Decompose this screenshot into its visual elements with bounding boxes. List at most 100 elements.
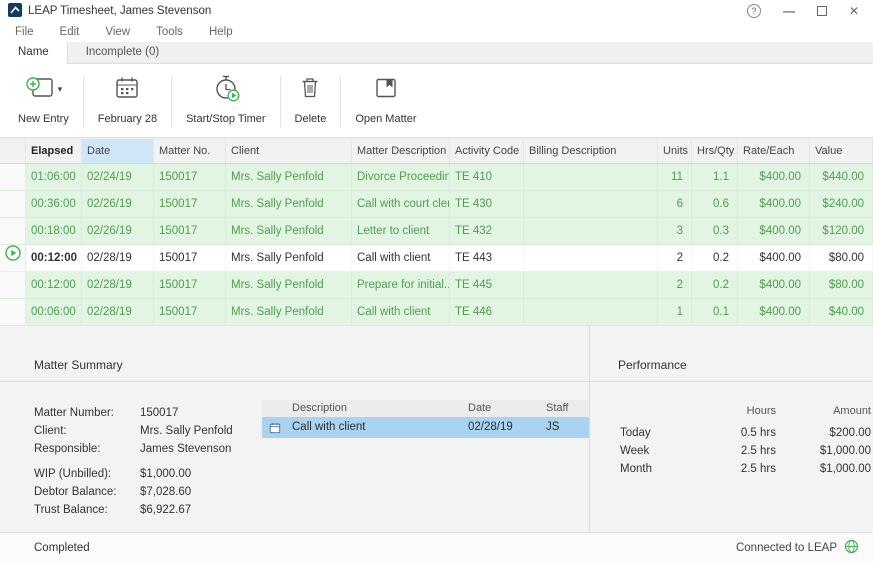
col-header-activity-code[interactable]: Activity Code <box>450 139 524 163</box>
field-label: WIP (Unbilled): <box>34 468 112 480</box>
cell-matter-no: 150017 <box>154 164 226 190</box>
running-timer-play-icon[interactable] <box>4 245 21 271</box>
cell-hrs-qty: 0.2 <box>692 245 738 271</box>
wip-unbilled-value: $1,000.00 <box>140 468 192 480</box>
cell-client: Mrs. Sally Penfold <box>226 191 352 217</box>
cell-billing-description <box>524 218 658 244</box>
leap-timesheet-window: LEAP Timesheet, James Stevenson ? — ✕ Fi… <box>0 0 873 563</box>
cell-billing-description <box>524 164 658 190</box>
maximize-icon[interactable] <box>816 6 827 16</box>
entries-header-row: Description Date Staff <box>262 400 589 417</box>
col-header-client[interactable]: Client <box>226 139 352 163</box>
window-title: LEAP Timesheet, James Stevenson <box>28 5 212 17</box>
row-play-cell <box>0 164 26 190</box>
cell-hrs-qty: 0.6 <box>692 191 738 217</box>
trust-balance-value: $6,922.67 <box>140 504 192 516</box>
cell-units: 2 <box>658 245 692 271</box>
entries-header-icon-col <box>262 400 288 417</box>
cell-units: 2 <box>658 272 692 298</box>
cell-matter-description: Prepare for initial... <box>352 272 450 298</box>
close-icon[interactable]: ✕ <box>849 4 859 18</box>
cell-matter-description: Call with client <box>352 299 450 325</box>
open-matter-label: Open Matter <box>355 113 417 125</box>
start-stop-timer-button[interactable]: Start/Stop Timer <box>176 72 275 137</box>
open-matter-button[interactable]: Open Matter <box>345 72 426 137</box>
cell-activity-code: TE 443 <box>450 245 524 271</box>
performance-row-label: Week <box>620 445 650 457</box>
new-entry-button[interactable]: ▾ New Entry <box>8 72 79 137</box>
performance-week-amount: $1,000.00 <box>819 445 871 457</box>
col-header-units[interactable]: Units <box>658 139 692 163</box>
performance-row-week: Week 2.5 hrs $1,000.00 <box>620 442 871 460</box>
menu-view[interactable]: View <box>92 26 143 38</box>
cell-units: 11 <box>658 164 692 190</box>
cell-value: $80.00 <box>810 272 873 298</box>
cell-rate-each: $400.00 <box>738 245 810 271</box>
performance-today-amount: $200.00 <box>829 427 871 439</box>
cell-rate-each: $400.00 <box>738 191 810 217</box>
tab-name[interactable]: Name <box>0 42 68 64</box>
performance-header-hours: Hours <box>746 405 776 417</box>
title-bar: LEAP Timesheet, James Stevenson ? — ✕ <box>0 0 873 22</box>
toolbar: ▾ New Entry February 28 Start/Stop Timer… <box>0 64 873 138</box>
matter-summary-title: Matter Summary <box>0 358 589 382</box>
row-play-cell <box>0 191 26 217</box>
col-header-hrs-qty[interactable]: Hrs/Qty <box>692 139 738 163</box>
new-entry-dropdown-icon[interactable]: ▾ <box>58 84 63 95</box>
timesheet-row[interactable]: 00:36:00 02/26/19 150017 Mrs. Sally Penf… <box>0 191 873 218</box>
row-play-cell <box>0 245 26 271</box>
col-header-matter-no[interactable]: Matter No. <box>154 139 226 163</box>
cell-value: $240.00 <box>810 191 873 217</box>
help-icon[interactable]: ? <box>746 4 761 18</box>
menu-help[interactable]: Help <box>196 26 246 38</box>
performance-month-hours: 2.5 hrs <box>740 463 776 475</box>
cell-activity-code: TE 445 <box>450 272 524 298</box>
menu-file[interactable]: File <box>2 26 47 38</box>
timesheet-row-active-timer[interactable]: 00:12:00 02/28/19 150017 Mrs. Sally Penf… <box>0 245 873 272</box>
timesheet-grid: Elapsed Date Matter No. Client Matter De… <box>0 138 873 326</box>
timesheet-row[interactable]: 00:12:00 02/28/19 150017 Mrs. Sally Penf… <box>0 272 873 299</box>
entries-header-staff[interactable]: Staff <box>542 400 589 417</box>
menu-tools[interactable]: Tools <box>143 26 196 38</box>
responsible-value: James Stevenson <box>140 443 232 455</box>
cell-matter-description: Letter to client <box>352 218 450 244</box>
cell-value: $120.00 <box>810 218 873 244</box>
date-picker-button[interactable]: February 28 <box>88 72 167 137</box>
col-header-elapsed[interactable]: Elapsed <box>26 139 82 163</box>
new-entry-icon <box>25 75 55 104</box>
col-header-value[interactable]: Value <box>810 139 873 163</box>
col-header-date[interactable]: Date <box>82 139 154 163</box>
cell-units: 1 <box>658 299 692 325</box>
menu-edit[interactable]: Edit <box>47 26 93 38</box>
entry-date: 02/28/19 <box>468 421 513 433</box>
cell-matter-description: Call with court clerk <box>352 191 450 217</box>
cell-client: Mrs. Sally Penfold <box>226 272 352 298</box>
cell-matter-no: 150017 <box>154 299 226 325</box>
cell-elapsed: 00:36:00 <box>26 191 82 217</box>
cell-activity-code: TE 430 <box>450 191 524 217</box>
toolbar-separator <box>340 76 342 127</box>
cell-matter-description: Call with client <box>352 245 450 271</box>
tab-incomplete[interactable]: Incomplete (0) <box>68 42 178 63</box>
entries-header-description[interactable]: Description <box>288 400 464 417</box>
entry-row-selected[interactable]: Call with client 02/28/19 JS <box>262 417 589 438</box>
performance-row-label: Today <box>620 427 651 439</box>
col-header-rate-each[interactable]: Rate/Each <box>738 139 810 163</box>
delete-button[interactable]: Delete <box>285 72 337 137</box>
entries-header-date[interactable]: Date <box>464 400 542 417</box>
globe-icon <box>844 539 859 557</box>
col-header-billing-description[interactable]: Billing Description <box>524 139 658 163</box>
cell-activity-code: TE 446 <box>450 299 524 325</box>
minimize-icon[interactable]: — <box>783 4 795 18</box>
col-header-matter-description[interactable]: Matter Description <box>352 139 450 163</box>
timesheet-row[interactable]: 01:06:00 02/24/19 150017 Mrs. Sally Penf… <box>0 164 873 191</box>
cell-units: 3 <box>658 218 692 244</box>
cell-matter-no: 150017 <box>154 218 226 244</box>
timesheet-row[interactable]: 00:18:00 02/26/19 150017 Mrs. Sally Penf… <box>0 218 873 245</box>
performance-month-amount: $1,000.00 <box>819 463 871 475</box>
cell-client: Mrs. Sally Penfold <box>226 218 352 244</box>
field-label: Responsible: <box>34 443 101 455</box>
timesheet-row[interactable]: 00:06:00 02/28/19 150017 Mrs. Sally Penf… <box>0 299 873 326</box>
cell-hrs-qty: 1.1 <box>692 164 738 190</box>
cell-date: 02/28/19 <box>82 272 154 298</box>
